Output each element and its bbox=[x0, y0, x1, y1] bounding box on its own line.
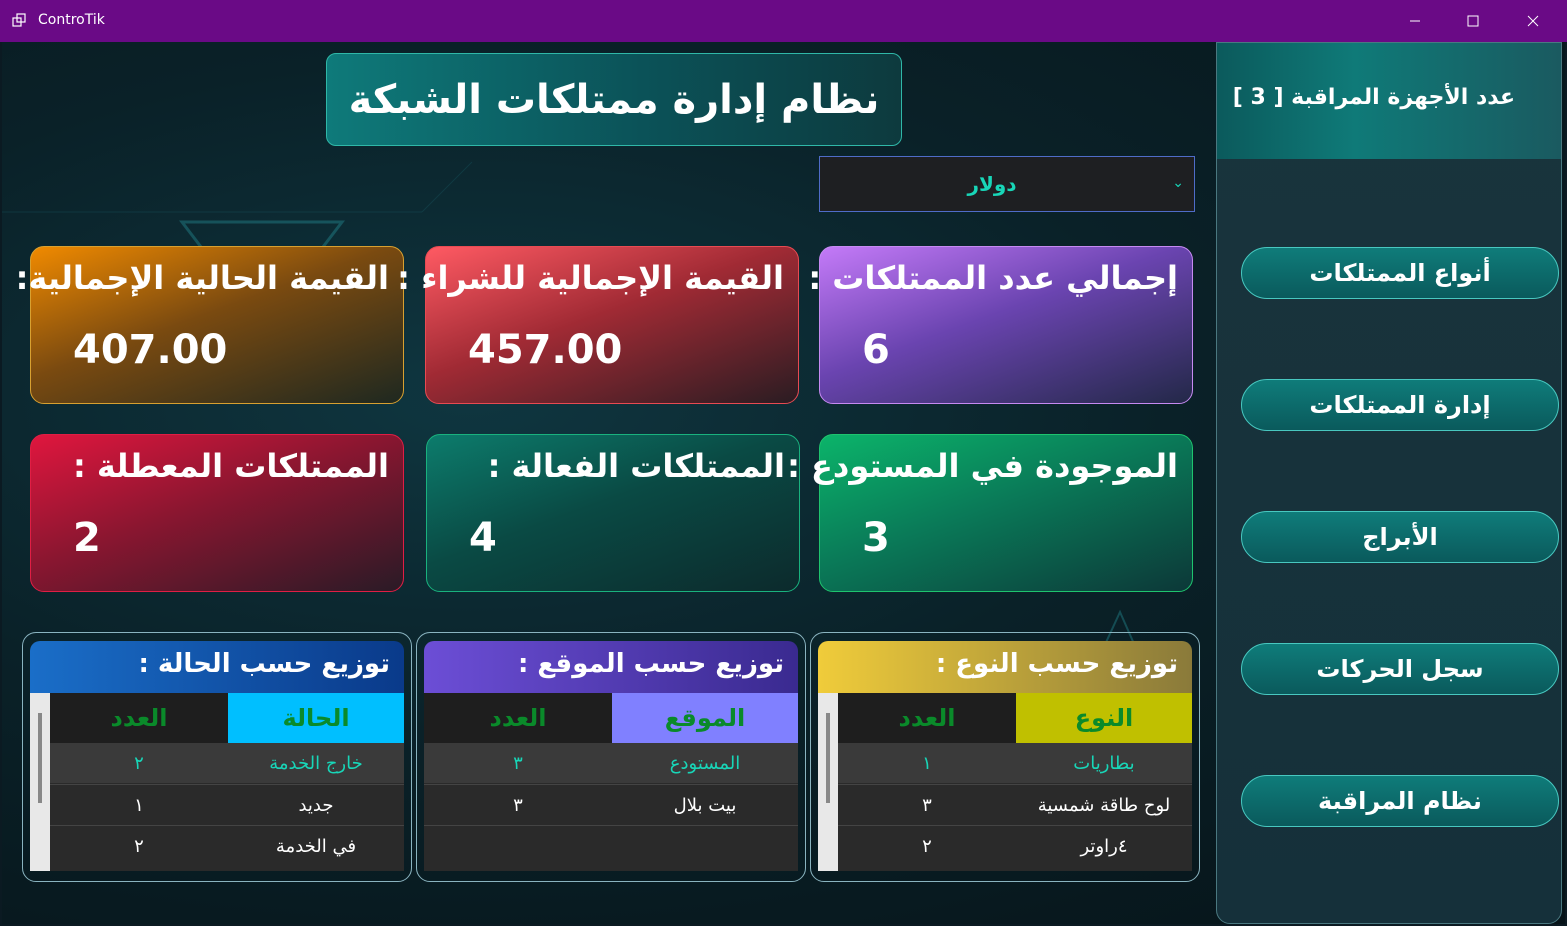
sidebar-item-movement-log[interactable]: سجل الحركات bbox=[1241, 643, 1559, 695]
column-header-type[interactable]: النوع bbox=[1016, 693, 1192, 743]
window-title: ControTik bbox=[38, 12, 105, 28]
count-cell: ٢ bbox=[134, 752, 144, 774]
card-label: الممتلكات الفعالة : bbox=[487, 447, 785, 485]
close-button[interactable] bbox=[1504, 0, 1562, 42]
vertical-scrollbar[interactable] bbox=[818, 693, 838, 871]
card-value: 6 bbox=[862, 327, 890, 373]
type-cell: ٤راوتر bbox=[1080, 835, 1128, 857]
card-value: 407.00 bbox=[73, 327, 228, 373]
card-value: 457.00 bbox=[468, 327, 623, 373]
count-cell: ١ bbox=[922, 752, 932, 774]
minimize-icon bbox=[1410, 20, 1420, 22]
minimize-button[interactable] bbox=[1386, 0, 1444, 42]
count-cell: ٣ bbox=[513, 752, 523, 774]
count-cell: ١ bbox=[134, 794, 144, 816]
assets-total-card: إجمالي عدد الممتلكات : 6 bbox=[808, 246, 1193, 404]
panel-header: توزيع حسب الموقع : bbox=[424, 641, 798, 693]
maximize-icon bbox=[1467, 15, 1479, 27]
card-label: القيمة الإجمالية للشراء : bbox=[397, 259, 784, 297]
monitored-devices-count: عدد الأجهزة المراقبة [ 3 ] bbox=[1232, 85, 1515, 110]
card-value: 4 bbox=[469, 515, 497, 561]
card-value: 2 bbox=[73, 515, 101, 561]
monitored-devices-header: عدد الأجهزة المراقبة [ 3 ] bbox=[1217, 43, 1561, 159]
panel-header: توزيع حسب النوع : bbox=[818, 641, 1192, 693]
card-value: 3 bbox=[862, 515, 890, 561]
scrollbar-thumb[interactable] bbox=[38, 713, 42, 803]
scrollbar-thumb[interactable] bbox=[826, 713, 830, 803]
count-cell: ٣ bbox=[513, 794, 523, 816]
type-cell: بطاريات bbox=[1073, 752, 1135, 774]
status-distribution-table[interactable]: العدد الحالة ٢ خارج الخدمة ١ جديد ٢ في ا… bbox=[30, 693, 404, 871]
in-stock-assets-card: الموجودة في المستودع : 3 bbox=[787, 434, 1193, 592]
column-header-count[interactable]: العدد bbox=[424, 693, 612, 743]
location-distribution-panel: توزيع حسب الموقع : العدد الموقع ٣ المستو… bbox=[416, 632, 806, 882]
column-header-location[interactable]: الموقع bbox=[612, 693, 798, 743]
count-cell: ٢ bbox=[134, 835, 144, 857]
status-cell: جديد bbox=[298, 794, 334, 816]
table-row[interactable]: ٢ ٤راوتر bbox=[818, 825, 1192, 866]
type-distribution-table[interactable]: العدد النوع ١ بطاريات ٣ لوح طاقة شمسية ٢… bbox=[818, 693, 1192, 871]
active-assets-card: الممتلكات الفعالة : 4 bbox=[426, 434, 800, 592]
chevron-down-icon: ⌄ bbox=[1172, 175, 1184, 191]
app-icon bbox=[12, 13, 26, 27]
column-header-count[interactable]: العدد bbox=[838, 693, 1016, 743]
location-distribution-table[interactable]: العدد الموقع ٣ المستودع ٣ بيت بلال bbox=[424, 693, 798, 871]
column-header-status[interactable]: الحالة bbox=[228, 693, 404, 743]
table-row[interactable]: ٣ لوح طاقة شمسية bbox=[818, 784, 1192, 825]
sidebar-item-asset-management[interactable]: إدارة الممتلكات bbox=[1241, 379, 1559, 431]
page-title: نظام إدارة ممتلكات الشبكة bbox=[326, 53, 902, 146]
table-row[interactable]: ٣ بيت بلال bbox=[424, 784, 798, 825]
close-icon bbox=[1527, 15, 1539, 27]
panel-title: توزيع حسب الحالة : bbox=[138, 649, 390, 679]
card-label: إجمالي عدد الممتلكات : bbox=[808, 259, 1178, 297]
current-total-value-card: القيمة الحالية الإجمالية: 407.00 bbox=[16, 246, 404, 404]
type-cell: لوح طاقة شمسية bbox=[1037, 794, 1171, 816]
table-row[interactable]: ١ جديد bbox=[30, 784, 404, 825]
currency-selected-value: دولار bbox=[967, 172, 1017, 196]
panel-title: توزيع حسب النوع : bbox=[935, 649, 1178, 679]
table-row[interactable]: ١ بطاريات bbox=[818, 743, 1192, 783]
sidebar: عدد الأجهزة المراقبة [ 3 ] أنواع الممتلك… bbox=[1216, 42, 1562, 924]
purchase-total-value-card: القيمة الإجمالية للشراء : 457.00 bbox=[397, 246, 799, 404]
status-cell: خارج الخدمة bbox=[269, 752, 363, 774]
currency-select[interactable]: دولار ⌄ bbox=[819, 156, 1195, 212]
count-cell: ٣ bbox=[922, 794, 932, 816]
sidebar-item-monitoring-system[interactable]: نظام المراقبة bbox=[1241, 775, 1559, 827]
status-cell: في الخدمة bbox=[275, 835, 357, 857]
column-header-count[interactable]: العدد bbox=[50, 693, 228, 743]
title-bar: ControTik bbox=[0, 0, 1567, 42]
maximize-button[interactable] bbox=[1444, 0, 1502, 42]
table-row[interactable]: ٢ في الخدمة bbox=[30, 825, 404, 866]
location-cell: المستودع bbox=[669, 752, 741, 774]
location-cell: بيت بلال bbox=[673, 794, 737, 816]
card-label: الموجودة في المستودع : bbox=[787, 447, 1178, 485]
card-label: الممتلكات المعطلة : bbox=[72, 447, 389, 485]
main-content: نظام إدارة ممتلكات الشبكة دولار ⌄ القيمة… bbox=[2, 42, 1565, 924]
table-row-empty bbox=[424, 825, 798, 866]
table-row[interactable]: ٢ خارج الخدمة bbox=[30, 743, 404, 783]
sidebar-item-towers[interactable]: الأبراج bbox=[1241, 511, 1559, 563]
broken-assets-card: الممتلكات المعطلة : 2 bbox=[30, 434, 404, 592]
status-distribution-panel: توزيع حسب الحالة : العدد الحالة ٢ خارج ا… bbox=[22, 632, 412, 882]
count-cell: ٢ bbox=[922, 835, 932, 857]
type-distribution-panel: توزيع حسب النوع : العدد النوع ١ بطاريات … bbox=[810, 632, 1200, 882]
panel-header: توزيع حسب الحالة : bbox=[30, 641, 404, 693]
panel-title: توزيع حسب الموقع : bbox=[517, 649, 784, 679]
vertical-scrollbar[interactable] bbox=[30, 693, 50, 871]
card-label: القيمة الحالية الإجمالية: bbox=[15, 259, 389, 297]
sidebar-item-asset-types[interactable]: أنواع الممتلكات bbox=[1241, 247, 1559, 299]
table-row[interactable]: ٣ المستودع bbox=[424, 743, 798, 783]
